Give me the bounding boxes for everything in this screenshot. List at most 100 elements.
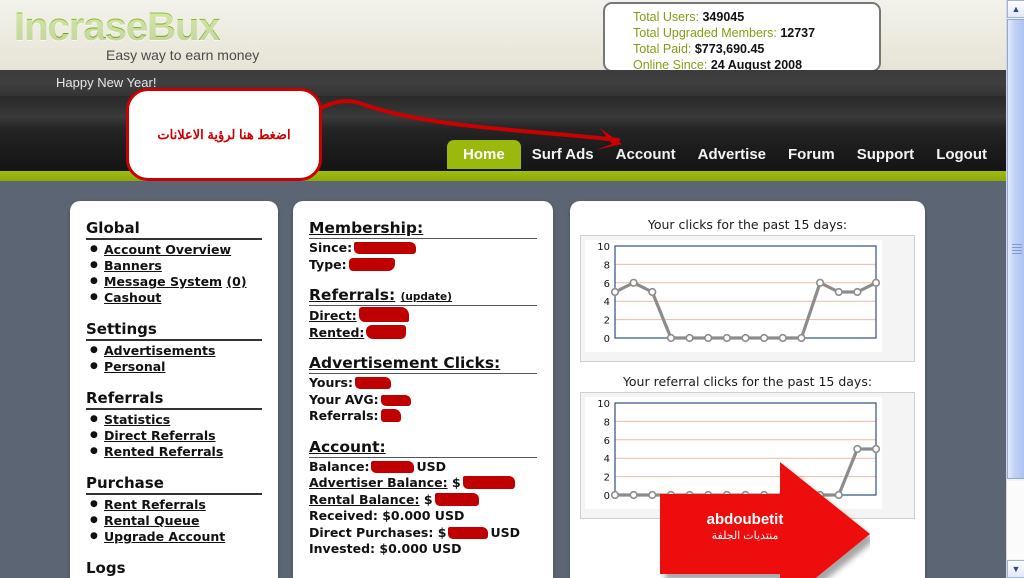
invested-row: Invested: $0.000 USD bbox=[309, 541, 537, 558]
direct-purchases-label: Direct Purchases: bbox=[309, 524, 434, 540]
sidebar-item-label: Upgrade Account bbox=[104, 529, 226, 544]
sidebar-item-label: Statistics bbox=[104, 412, 171, 427]
logo-text: IncraseBux bbox=[14, 5, 221, 49]
redacted-value bbox=[462, 476, 515, 489]
clicks-chart-title: Your clicks for the past 15 days: bbox=[647, 217, 848, 232]
nav-item-advertise[interactable]: Advertise bbox=[687, 141, 777, 169]
redacted-value bbox=[348, 257, 395, 271]
sidebar-list-global: Account Overview Banners Message System … bbox=[90, 241, 262, 306]
sidebar-item-rented-referrals[interactable]: Rented Referrals bbox=[90, 443, 262, 460]
chevron-down-icon: ▼ bbox=[1011, 563, 1021, 574]
page-content: Global Account Overview Banners Message … bbox=[0, 181, 1006, 578]
sidebar-item-label: Account Overview bbox=[104, 242, 232, 257]
svg-text:6: 6 bbox=[604, 279, 610, 290]
sidebar-item-message-system[interactable]: Message System (0) bbox=[90, 273, 262, 290]
chevron-up-icon: ▲ bbox=[1011, 3, 1021, 14]
referrals-update-link[interactable]: (update) bbox=[401, 291, 452, 303]
membership-heading: Membership: bbox=[309, 219, 537, 239]
stat-row: Total Upgraded Members: 12737 bbox=[633, 25, 879, 41]
nav-item-surf-ads[interactable]: Surf Ads bbox=[521, 141, 605, 169]
scroll-down-button[interactable]: ▼ bbox=[1007, 560, 1024, 578]
direct-purchases-suffix: USD bbox=[490, 524, 520, 540]
received-value: $0.000 USD bbox=[382, 508, 465, 523]
received-label: Received: bbox=[309, 508, 378, 523]
annotation-callout: اضغط هنا لرؤية الاعلانات bbox=[126, 88, 322, 181]
stat-label: Total Users: bbox=[633, 10, 699, 24]
sidebar-item-advertisements[interactable]: Advertisements bbox=[90, 342, 262, 359]
site-stats-box: Total Users: 349045 Total Upgraded Membe… bbox=[603, 2, 881, 72]
invested-label: Invested: bbox=[309, 541, 376, 556]
referrals-direct-label: Direct: bbox=[309, 308, 357, 323]
stat-value: 12737 bbox=[780, 26, 816, 40]
redacted-value bbox=[358, 307, 409, 322]
sidebar-list-settings: Advertisements Personal bbox=[90, 342, 262, 375]
scroll-up-button[interactable]: ▲ bbox=[1007, 0, 1024, 18]
sidebar-item-account-overview[interactable]: Account Overview bbox=[90, 241, 262, 258]
ad-clicks-avg-row: Your AVG: bbox=[309, 392, 537, 409]
redacted-value bbox=[355, 377, 391, 389]
sidebar-item-direct-referrals[interactable]: Direct Referrals bbox=[90, 427, 262, 444]
stat-label: Total Upgraded Members: bbox=[633, 26, 777, 40]
redacted-value bbox=[448, 526, 489, 539]
charts-panel: Your clicks for the past 15 days: 0 2 4 6 8 1… bbox=[570, 201, 925, 578]
sidebar-item-label: Rental Queue bbox=[104, 513, 200, 528]
scrollbar-thumb[interactable] bbox=[1007, 19, 1024, 479]
svg-text:10: 10 bbox=[597, 399, 610, 410]
account-heading-label: Account: bbox=[309, 437, 386, 456]
account-summary-panel: Membership: Since: Type: Referrals: (upd… bbox=[293, 201, 553, 578]
main-navigation: Home Surf Ads Account Advertise Forum Su… bbox=[447, 140, 998, 169]
sidebar-item-personal[interactable]: Personal bbox=[90, 358, 262, 375]
nav-item-account[interactable]: Account bbox=[605, 141, 687, 169]
svg-text:2: 2 bbox=[604, 316, 610, 327]
sidebar-item-label: Direct Referrals bbox=[104, 428, 216, 443]
sidebar-item-label: Message System bbox=[104, 274, 223, 289]
membership-heading-label: Membership: bbox=[309, 219, 424, 237]
membership-type-label: Type: bbox=[309, 256, 347, 272]
sidebar-item-cashout[interactable]: Cashout bbox=[90, 289, 262, 306]
redacted-value bbox=[434, 492, 479, 506]
sidebar-heading-logs: Logs bbox=[86, 559, 262, 578]
svg-text:4: 4 bbox=[604, 297, 610, 308]
sidebar-heading-global: Global bbox=[86, 219, 262, 240]
sidebar-item-label: Personal bbox=[104, 359, 166, 374]
scrollbar-grip-icon bbox=[1012, 244, 1022, 254]
account-balance-suffix: USD bbox=[416, 458, 446, 474]
site-header: IncraseBux Easy way to earn money Total … bbox=[0, 0, 1006, 72]
ad-clicks-heading: Advertisement Clicks: bbox=[309, 354, 537, 374]
nav-item-support[interactable]: Support bbox=[846, 141, 926, 169]
ad-clicks-referrals-label: Referrals: bbox=[309, 408, 379, 423]
svg-text:10: 10 bbox=[597, 242, 610, 253]
logo-tagline: Easy way to earn money bbox=[106, 47, 260, 63]
sidebar-item-label: Banners bbox=[104, 258, 162, 273]
svg-text:4: 4 bbox=[604, 454, 610, 465]
sidebar-heading-purchase: Purchase bbox=[86, 474, 262, 495]
sidebar-item-banners[interactable]: Banners bbox=[90, 257, 262, 274]
nav-item-logout[interactable]: Logout bbox=[925, 141, 998, 169]
clicks-chart: 0 2 4 6 8 10 bbox=[585, 240, 882, 352]
site-logo[interactable]: IncraseBux bbox=[14, 4, 221, 50]
sidebar-heading-referrals: Referrals bbox=[86, 389, 262, 410]
sidebar-item-statistics[interactable]: Statistics bbox=[90, 411, 262, 428]
direct-purchases-row: Direct Purchases: $ USD bbox=[309, 525, 537, 542]
svg-text:6: 6 bbox=[604, 436, 610, 447]
received-row: Received: $0.000 USD bbox=[309, 508, 537, 525]
sidebar-item-upgrade-account[interactable]: Upgrade Account bbox=[90, 528, 262, 545]
nav-item-home[interactable]: Home bbox=[447, 140, 521, 169]
sidebar-item-rent-referrals[interactable]: Rent Referrals bbox=[90, 496, 262, 513]
svg-text:8: 8 bbox=[604, 260, 610, 271]
scrollbar-track[interactable] bbox=[1007, 481, 1024, 559]
nav-item-forum[interactable]: Forum bbox=[777, 141, 846, 169]
referral-clicks-chart-frame: 0 2 4 6 8 10 bbox=[580, 392, 915, 519]
sidebar-panel: Global Account Overview Banners Message … bbox=[70, 201, 278, 578]
svg-text:0: 0 bbox=[604, 334, 610, 345]
annotation-callout-text: اضغط هنا لرؤية الاعلانات bbox=[157, 126, 291, 142]
referrals-rented-label: Rented: bbox=[309, 324, 365, 340]
message-count-badge: (0) bbox=[226, 274, 247, 289]
advertiser-balance-label: Advertiser Balance: bbox=[309, 475, 448, 490]
sidebar-item-label: Rent Referrals bbox=[104, 497, 206, 512]
sidebar-list-purchase: Rent Referrals Rental Queue Upgrade Acco… bbox=[90, 496, 262, 545]
advertiser-balance-prefix: $ bbox=[451, 475, 461, 490]
vertical-scrollbar[interactable]: ▲ ▼ bbox=[1006, 0, 1024, 578]
rental-balance-label: Rental Balance: bbox=[309, 491, 420, 507]
sidebar-item-rental-queue[interactable]: Rental Queue bbox=[90, 512, 262, 529]
